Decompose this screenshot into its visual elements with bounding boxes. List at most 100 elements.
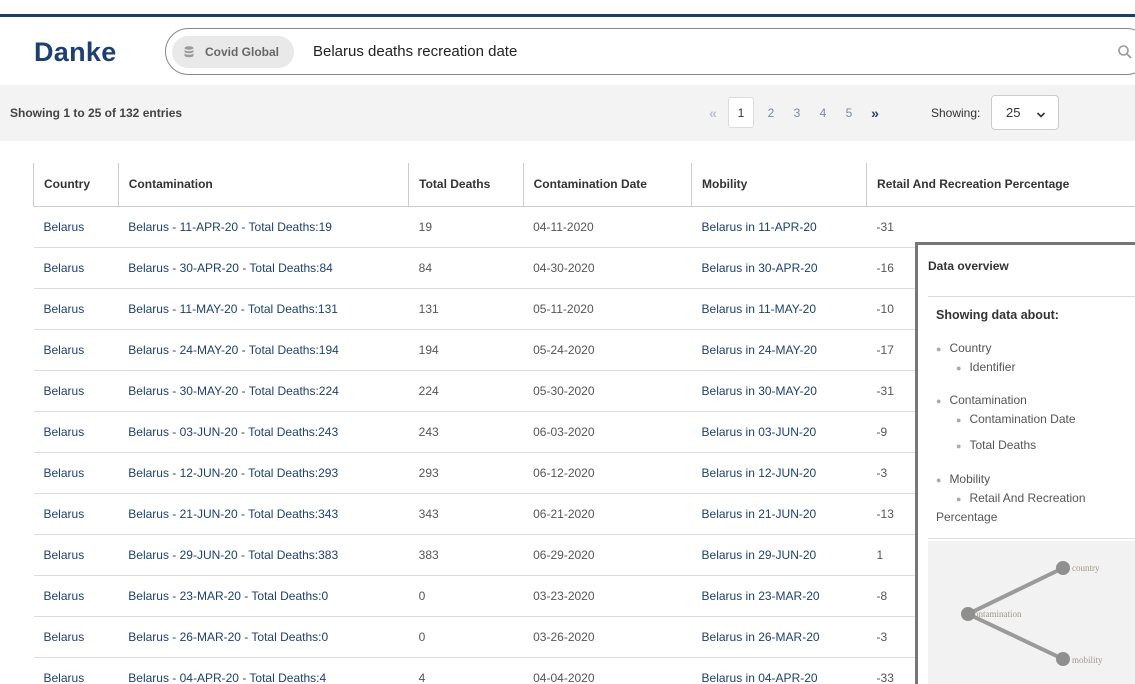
cell-country[interactable]: Belarus [33, 657, 119, 684]
cell-mobility[interactable]: Belarus in 11-APR-20 [691, 206, 867, 248]
page-button-4[interactable]: 4 [810, 97, 836, 128]
cell-country[interactable]: Belarus [33, 411, 119, 453]
cell-mobility[interactable]: Belarus in 24-MAY-20 [691, 329, 867, 371]
cell-country[interactable]: Belarus [33, 370, 119, 412]
cell-country[interactable]: Belarus [33, 493, 119, 535]
overview-item-retail: ● Retail And Recreation [956, 491, 1086, 505]
overview-item-country: ● Country [936, 341, 992, 355]
cell-country[interactable]: Belarus [33, 534, 119, 576]
page-button-1[interactable]: 1 [728, 97, 754, 128]
cell-contamination[interactable]: Belarus - 26-MAR-20 - Total Deaths:0 [118, 616, 409, 658]
cell-contamination[interactable]: Belarus - 24-MAY-20 - Total Deaths:194 [118, 329, 409, 371]
cell-contamination-date: 06-29-2020 [523, 534, 692, 576]
cell-country[interactable]: Belarus [33, 329, 119, 371]
cell-country[interactable]: Belarus [33, 616, 119, 658]
data-overview-panel: Data overview Showing data about: ● Count… [915, 242, 1135, 684]
cell-total-deaths: 224 [408, 370, 524, 412]
cell-country[interactable]: Belarus [33, 247, 119, 289]
cell-total-deaths: 84 [408, 247, 524, 289]
cell-contamination-date: 04-30-2020 [523, 247, 692, 289]
cell-mobility[interactable]: Belarus in 30-APR-20 [691, 247, 867, 289]
cell-contamination[interactable]: Belarus - 23-MAR-20 - Total Deaths:0 [118, 575, 409, 617]
graph-label-mobility: mobility [1072, 655, 1103, 665]
cell-contamination-date: 03-26-2020 [523, 616, 692, 658]
cell-mobility[interactable]: Belarus in 21-JUN-20 [691, 493, 867, 535]
cell-contamination-date: 03-23-2020 [523, 575, 692, 617]
chevron-down-icon [1036, 108, 1046, 118]
column-header-country[interactable]: Country [33, 163, 119, 207]
cell-mobility[interactable]: Belarus in 12-JUN-20 [691, 452, 867, 494]
cell-mobility[interactable]: Belarus in 23-MAR-20 [691, 575, 867, 617]
overview-item-mobility: ● Mobility [936, 472, 991, 486]
cell-contamination[interactable]: Belarus - 04-APR-20 - Total Deaths:4 [118, 657, 409, 684]
next-page-button[interactable]: » [862, 97, 888, 128]
cell-mobility[interactable]: Belarus in 11-MAY-20 [691, 288, 867, 330]
cell-total-deaths: 243 [408, 411, 524, 453]
table-toolbar: Showing 1 to 25 of 132 entries « 1 2 3 4… [0, 85, 1135, 141]
schema-graph[interactable]: country contamination mobility [928, 541, 1135, 684]
column-header-total-deaths[interactable]: Total Deaths [408, 163, 524, 207]
cell-mobility[interactable]: Belarus in 04-APR-20 [691, 657, 867, 684]
cell-country[interactable]: Belarus [33, 575, 119, 617]
overview-item-contamination: ● Contamination [936, 393, 1027, 407]
cell-country[interactable]: Belarus [33, 206, 119, 248]
cell-total-deaths: 194 [408, 329, 524, 371]
overview-title: Data overview [928, 259, 1009, 273]
cell-contamination-date: 06-12-2020 [523, 452, 692, 494]
cell-contamination[interactable]: Belarus - 11-APR-20 - Total Deaths:19 [118, 206, 409, 248]
cell-contamination[interactable]: Belarus - 03-JUN-20 - Total Deaths:243 [118, 411, 409, 453]
app-logo[interactable]: Danke [34, 37, 117, 68]
dataset-selector[interactable]: Covid Global [172, 36, 294, 68]
graph-edge-mobility [967, 612, 1064, 661]
cell-contamination[interactable]: Belarus - 30-APR-20 - Total Deaths:84 [118, 247, 409, 289]
page-size-label: Showing: [931, 106, 981, 120]
overview-item-total-deaths: ● Total Deaths [956, 438, 1037, 452]
search-icon[interactable] [1117, 44, 1133, 60]
graph-edge-country [967, 566, 1064, 616]
cell-total-deaths: 343 [408, 493, 524, 535]
cell-contamination-date: 05-24-2020 [523, 329, 692, 371]
cell-contamination[interactable]: Belarus - 21-JUN-20 - Total Deaths:343 [118, 493, 409, 535]
page-size-select[interactable]: 25 [991, 95, 1059, 130]
cell-contamination[interactable]: Belarus - 11-MAY-20 - Total Deaths:131 [118, 288, 409, 330]
cell-mobility[interactable]: Belarus in 29-JUN-20 [691, 534, 867, 576]
cell-contamination[interactable]: Belarus - 12-JUN-20 - Total Deaths:293 [118, 452, 409, 494]
cell-contamination-date: 05-11-2020 [523, 288, 692, 330]
overview-divider-2 [928, 538, 1135, 539]
table-header-row: Country Contamination Total Deaths Conta… [33, 163, 1135, 207]
overview-subtitle: Showing data about: [936, 308, 1059, 322]
page-button-2[interactable]: 2 [758, 97, 784, 128]
graph-node-mobility[interactable] [1056, 652, 1070, 666]
search-bar[interactable]: Covid Global Belarus deaths recreation d… [165, 28, 1135, 75]
prev-page-button[interactable]: « [700, 97, 726, 128]
graph-label-contamination: contamination [970, 609, 1022, 619]
cell-total-deaths: 293 [408, 452, 524, 494]
graph-node-country[interactable] [1056, 561, 1070, 575]
page-button-3[interactable]: 3 [784, 97, 810, 128]
table-row: Belarus Belarus - 11-APR-20 - Total Death… [33, 206, 1135, 248]
cell-total-deaths: 4 [408, 657, 524, 684]
column-header-retail-recreation[interactable]: Retail And Recreation Percentage [866, 163, 1135, 207]
cell-mobility[interactable]: Belarus in 30-MAY-20 [691, 370, 867, 412]
pagination: « 1 2 3 4 5 » [700, 97, 888, 128]
column-header-contamination-date[interactable]: Contamination Date [522, 163, 692, 207]
cell-contamination-date: 06-03-2020 [523, 411, 692, 453]
cell-country[interactable]: Belarus [33, 452, 119, 494]
column-header-contamination[interactable]: Contamination [117, 163, 409, 207]
overview-item-retail-line2: Percentage [936, 510, 998, 524]
cell-contamination[interactable]: Belarus - 29-JUN-20 - Total Deaths:383 [118, 534, 409, 576]
cell-total-deaths: 19 [408, 206, 524, 248]
cell-total-deaths: 383 [408, 534, 524, 576]
cell-mobility[interactable]: Belarus in 26-MAR-20 [691, 616, 867, 658]
dataset-label: Covid Global [205, 45, 280, 59]
cell-mobility[interactable]: Belarus in 03-JUN-20 [691, 411, 867, 453]
header: Danke Covid Global Belarus deaths recrea… [0, 17, 1135, 85]
entries-summary: Showing 1 to 25 of 132 entries [10, 106, 183, 120]
cell-country[interactable]: Belarus [33, 288, 119, 330]
search-input[interactable]: Belarus deaths recreation date [313, 43, 517, 60]
cell-contamination[interactable]: Belarus - 30-MAY-20 - Total Deaths:224 [118, 370, 409, 412]
page-button-5[interactable]: 5 [836, 97, 862, 128]
column-header-mobility[interactable]: Mobility [691, 163, 867, 207]
cell-contamination-date: 06-21-2020 [523, 493, 692, 535]
graph-label-country: country [1072, 563, 1100, 573]
